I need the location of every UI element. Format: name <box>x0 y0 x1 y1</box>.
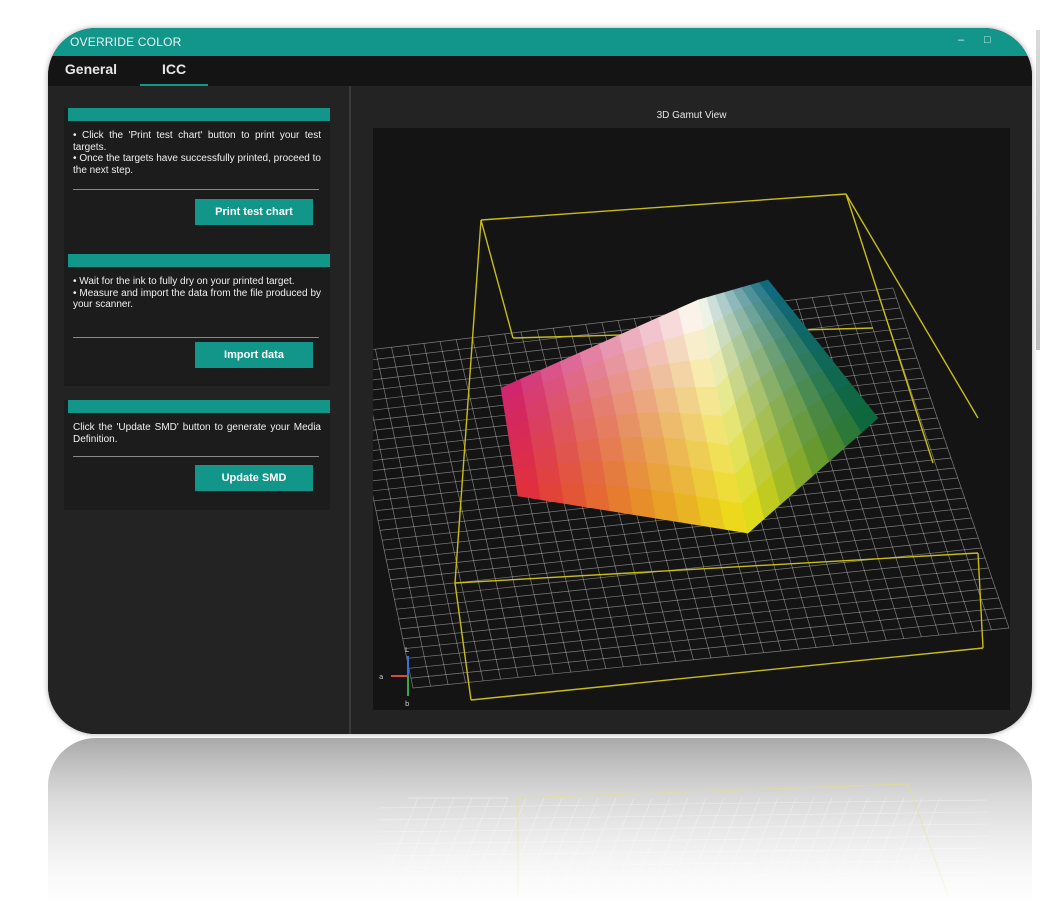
step-instructions: • Click the 'Print test chart' button to… <box>73 130 321 176</box>
step-instructions: • Wait for the ink to fully dry on your … <box>73 276 321 311</box>
adjacent-window-edge <box>1036 30 1040 350</box>
update-smd-button[interactable]: Update SMD <box>195 465 313 491</box>
tab-icc[interactable]: ICC <box>140 56 208 86</box>
step-card-print: • Click the 'Print test chart' button to… <box>64 108 330 258</box>
instruction-line: • Click the 'Print test chart' button to… <box>73 130 321 153</box>
reflection-fade <box>48 738 1032 902</box>
step-separator <box>73 337 319 338</box>
step-header-bar <box>68 254 330 267</box>
workflow-panel: • Click the 'Print test chart' button to… <box>48 86 348 734</box>
gamut-3d-scene: L a b <box>373 193 1010 708</box>
step-instructions: Click the 'Update SMD' button to generat… <box>73 422 321 445</box>
instruction-line: • Wait for the ink to fully dry on your … <box>73 276 295 287</box>
import-data-button[interactable]: Import data <box>195 342 313 368</box>
step-header-bar <box>68 108 330 121</box>
axis-gizmo: L a b <box>379 646 410 708</box>
a-axis-label: a <box>379 673 383 681</box>
print-test-chart-button[interactable]: Print test chart <box>195 199 313 225</box>
instruction-line: • Once the targets have successfully pri… <box>73 153 321 176</box>
window-reflection <box>48 738 1032 902</box>
title-bar: OVERRIDE COLOR – □ <box>48 28 1032 56</box>
override-color-window: OVERRIDE COLOR – □ General ICC • Click t… <box>48 28 1032 734</box>
b-axis-label: b <box>405 700 410 708</box>
step-separator <box>73 456 319 457</box>
instruction-line: Click the 'Update SMD' button to generat… <box>73 422 321 445</box>
step-card-import: • Wait for the ink to fully dry on your … <box>64 254 330 386</box>
l-axis-label: L <box>405 646 409 654</box>
window-title: OVERRIDE COLOR <box>70 35 182 49</box>
restore-icon[interactable]: □ <box>984 34 991 46</box>
gamut-surface <box>500 279 879 534</box>
tab-bar: General ICC <box>48 56 1032 86</box>
step-separator <box>73 189 319 190</box>
gamut-3d-viewport[interactable]: L a b <box>373 128 1010 710</box>
instruction-line: • Measure and import the data from the f… <box>73 287 321 311</box>
tab-general[interactable]: General <box>62 56 120 84</box>
minimize-icon[interactable]: – <box>958 34 964 46</box>
pane-divider[interactable] <box>349 86 351 734</box>
step-card-update: Click the 'Update SMD' button to generat… <box>64 400 330 510</box>
step-header-bar <box>68 400 330 413</box>
gamut-view-title: 3D Gamut View <box>656 110 727 121</box>
